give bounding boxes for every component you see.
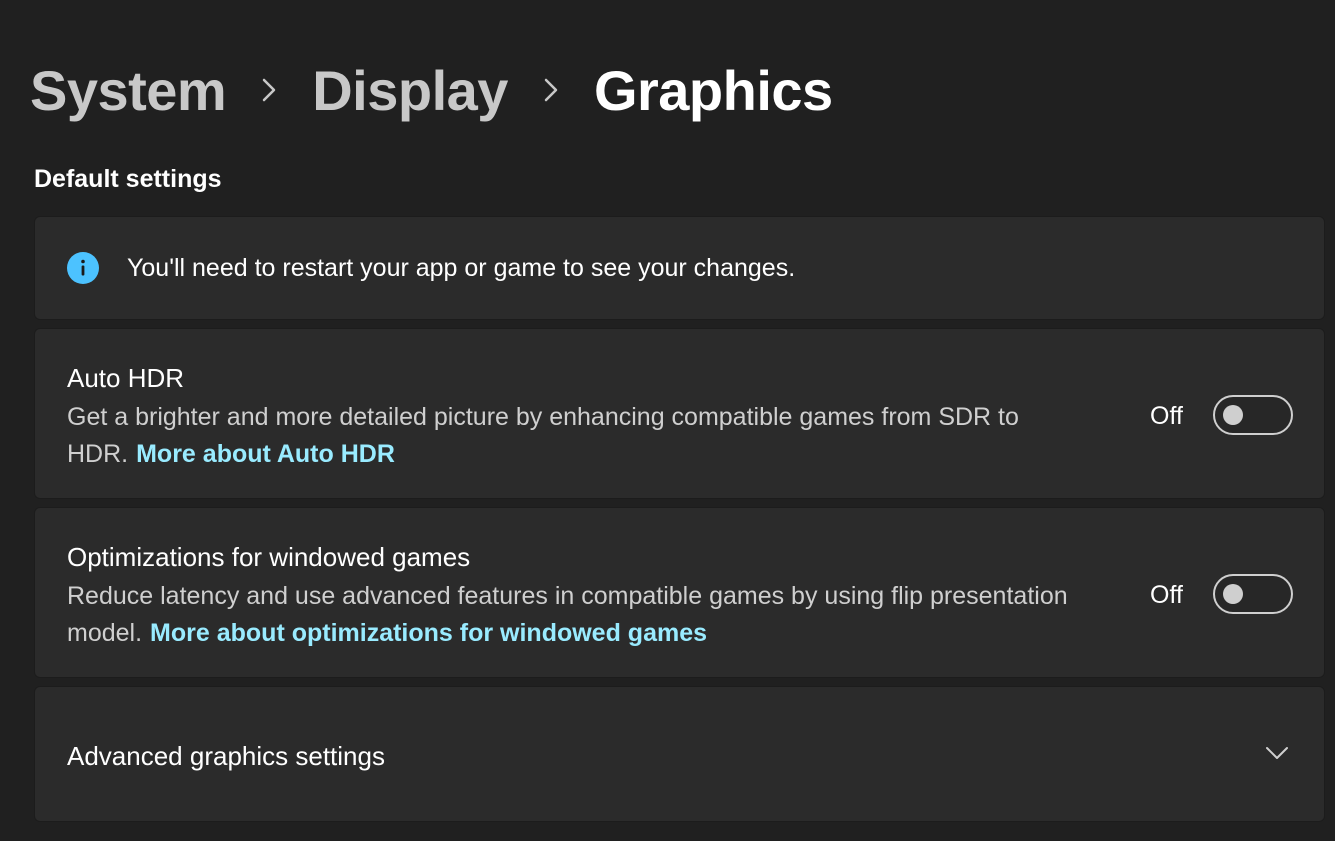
windowed-games-description: Reduce latency and use advanced features… [67,578,1127,652]
toggle-knob [1223,584,1243,604]
advanced-graphics-settings-title: Advanced graphics settings [67,741,385,771]
windowed-games-learn-more-link[interactable]: More about optimizations for windowed ga… [150,619,707,647]
chevron-down-icon [1263,743,1291,763]
auto-hdr-setting: Auto HDR Get a brighter and more detaile… [34,328,1325,499]
advanced-graphics-settings-expander[interactable]: Advanced graphics settings [34,686,1325,822]
auto-hdr-learn-more-link[interactable]: More about Auto HDR [136,440,395,468]
breadcrumb-system[interactable]: System [30,58,227,123]
auto-hdr-description: Get a brighter and more detailed picture… [67,399,1127,473]
toggle-knob [1223,405,1243,425]
breadcrumb-display[interactable]: Display [312,58,508,123]
chevron-right-icon [226,76,312,104]
auto-hdr-state-label: Off [1150,402,1183,430]
graphics-settings-page: System Display Graphics Default settings… [0,0,1335,841]
auto-hdr-toggle[interactable] [1213,395,1293,435]
windowed-games-toggle[interactable] [1213,574,1293,614]
info-banner: You'll need to restart your app or game … [34,216,1325,320]
info-icon [67,252,99,284]
info-banner-text: You'll need to restart your app or game … [127,254,796,282]
windowed-games-state-label: Off [1150,581,1183,609]
chevron-right-icon [508,76,594,104]
auto-hdr-title: Auto HDR [67,363,185,393]
breadcrumb-graphics: Graphics [593,58,833,122]
windowed-games-setting: Optimizations for windowed games Reduce … [34,507,1325,678]
breadcrumb: System Display Graphics [30,52,833,128]
section-title: Default settings [34,165,222,193]
windowed-games-title: Optimizations for windowed games [67,542,471,572]
